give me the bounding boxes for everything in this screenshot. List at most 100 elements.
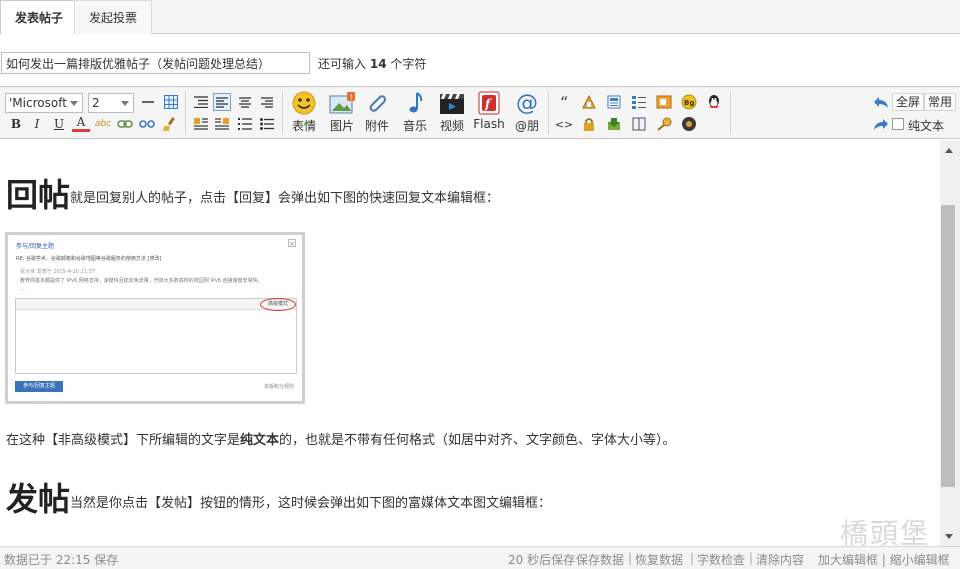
font-size-value: 2 — [92, 96, 100, 110]
font-size-select[interactable]: 2 — [88, 93, 134, 113]
music-note-icon — [402, 91, 428, 115]
title-input[interactable] — [1, 52, 310, 74]
clear-format-brush-icon[interactable] — [160, 115, 178, 133]
disc-icon[interactable] — [680, 115, 698, 133]
post-editor-page: 发表帖子 发起投票 还可输入 14 个字符 'Microsoft 2 — [0, 0, 960, 569]
download-icon[interactable] — [605, 115, 623, 133]
editor-scrollbar[interactable] — [940, 140, 960, 546]
flash-button[interactable]: f Flash — [470, 91, 508, 135]
index-list-icon[interactable] — [630, 93, 648, 111]
heading-reply: 回帖 — [6, 176, 71, 214]
paragraph-reply: 就是回复别人的帖子，点击【回复】会弹出如下图的快速回复文本编辑框： — [70, 191, 500, 206]
shot-line-1: RE: 谷歌学术、谷歌邮箱和谷歌地图等谷歌服务的使用方法 [修改] — [16, 256, 162, 262]
quote-button[interactable]: “ — [555, 93, 573, 112]
scroll-down-arrow-icon[interactable] — [945, 534, 953, 539]
restore-data-link[interactable]: 恢复数据 — [635, 551, 683, 568]
undo-arrow-icon[interactable] — [872, 93, 890, 111]
plain-text-label: 纯文本 — [908, 119, 945, 133]
common-button[interactable]: 常用 — [924, 93, 957, 111]
editor-status-bar: 数据已于 22:15 保存 20 秒后保存 保存数据 | 恢复数据 | 字数检查… — [0, 546, 960, 569]
scroll-thumb[interactable] — [941, 205, 955, 487]
title-row: 还可输入 14 个字符 — [0, 52, 960, 74]
float-right-icon[interactable] — [213, 115, 231, 133]
autosave-countdown: 20 秒后保存 — [508, 553, 576, 567]
align-center-icon[interactable] — [236, 93, 254, 111]
shot-advanced-mode: 高级模式 — [260, 298, 296, 311]
para2-part-a: 在这种【非高级模式】下所编辑的文字是 — [6, 433, 241, 448]
clapperboard-icon — [439, 91, 465, 115]
align-left-icon[interactable] — [213, 93, 231, 111]
font-family-select[interactable]: 'Microsoft — [5, 93, 83, 113]
shot-submit-button: 参与/回复主题 — [15, 381, 63, 392]
embedded-reply-screenshot: 参与/回复主题 × RE: 谷歌学术、谷歌邮箱和谷歌地图等谷歌服务的使用方法 [… — [5, 232, 305, 404]
free-icon[interactable] — [580, 93, 598, 111]
page-icon[interactable] — [605, 93, 623, 111]
tab-bar: 发表帖子 发起投票 — [0, 0, 960, 35]
shot-line-2: 张大侠 发表于 2015-4-20 21:37 — [20, 269, 96, 275]
editor-toolbar: 'Microsoft 2 B I U A abc 表情 ! 图片 附件 音乐 视… — [0, 87, 960, 139]
shot-toolbar: 高级模式 — [16, 298, 296, 311]
mention-label: @朋 — [514, 119, 539, 133]
ordered-list-icon[interactable] — [236, 115, 254, 133]
emoticon-button[interactable]: 表情 — [285, 91, 323, 135]
image-button[interactable]: ! 图片 — [323, 91, 361, 135]
flash-icon: f — [476, 91, 502, 115]
music-label: 音乐 — [402, 119, 427, 133]
underline-button[interactable]: U — [50, 115, 68, 133]
tab-poll[interactable]: 发起投票 — [74, 0, 153, 34]
para2-part-c: 的，也就是不带有任何格式（如居中对齐、文字颜色、字体大小等）。 — [279, 433, 676, 448]
resize-editor-links[interactable]: 加大编辑框 | 缩小编辑框 — [818, 551, 950, 568]
shot-title: 参与/回复主题 — [16, 243, 55, 250]
background-icon[interactable]: Bg — [680, 93, 698, 111]
horizontal-rule-icon[interactable] — [139, 93, 157, 111]
shot-close-icon: × — [288, 239, 296, 248]
attachment-button[interactable]: 附件 — [358, 91, 396, 135]
unordered-list-icon[interactable] — [258, 115, 276, 133]
heading-post: 发帖 — [6, 480, 71, 518]
editor-content[interactable]: 回帖 就是回复别人的帖子，点击【回复】会弹出如下图的快速回复文本编辑框： 参与/… — [0, 140, 940, 546]
spellcheck-button[interactable]: abc — [94, 115, 112, 133]
table-icon[interactable] — [162, 93, 180, 111]
paragraph-post: 当然是你点击【发帖】按钮的情形，这时候会弹出如下图的富媒体文本图文编辑框： — [70, 496, 552, 511]
hide-lock-icon[interactable] — [580, 115, 598, 133]
hint-count: 14 — [369, 57, 387, 71]
hint-prefix: 还可输入 — [318, 57, 367, 71]
shot-line-3: 教育网基本都提供了 IPv6 网络支持，速度快且稳定免流量，开启大多数高校的校园… — [20, 278, 263, 284]
svg-text:@: @ — [516, 91, 538, 115]
font-family-value: 'Microsoft — [9, 96, 67, 110]
plain-text-checkbox[interactable] — [892, 118, 904, 130]
scroll-up-arrow-icon[interactable] — [945, 148, 953, 153]
shot-editor-box: 高级模式 — [15, 298, 297, 374]
video-button[interactable]: 视频 — [433, 91, 471, 135]
paragraph-plain-text: 在这种【非高级模式】下所编辑的文字是纯文本的，也就是不带有任何格式（如居中对齐、… — [6, 429, 676, 448]
qq-icon[interactable] — [705, 93, 723, 111]
fullscreen-button[interactable]: 全屏 — [892, 93, 925, 111]
code-button[interactable]: <> — [555, 115, 573, 133]
link-icon[interactable] — [116, 115, 134, 133]
paperclip-icon — [364, 91, 390, 115]
bold-button[interactable]: B — [7, 115, 25, 133]
mention-button[interactable]: @ @朋 — [508, 91, 546, 135]
font-color-button[interactable]: A — [72, 115, 90, 132]
smiley-icon — [291, 91, 317, 115]
tab-post[interactable]: 发表帖子 — [0, 0, 79, 35]
music-button[interactable]: 音乐 — [396, 91, 434, 135]
align-indent-icon[interactable] — [192, 93, 210, 111]
float-left-icon[interactable] — [192, 115, 210, 133]
key-icon[interactable] — [655, 115, 673, 133]
columns-icon[interactable] — [630, 115, 648, 133]
shot-footer: 本版积分规则 — [263, 384, 294, 390]
clear-content-link[interactable]: 清除内容 — [756, 551, 804, 568]
align-right-icon[interactable] — [258, 93, 276, 111]
svg-text:Bg: Bg — [684, 99, 694, 107]
redo-arrow-icon[interactable] — [872, 115, 890, 133]
rich-editor: 'Microsoft 2 B I U A abc 表情 ! 图片 附件 音乐 视… — [0, 86, 960, 569]
unlink-icon[interactable] — [138, 115, 156, 133]
svg-text:!: ! — [350, 93, 353, 102]
layout-icon[interactable] — [655, 93, 673, 111]
italic-button[interactable]: I — [28, 115, 46, 133]
save-data-link[interactable]: 保存数据 — [576, 551, 624, 568]
save-status: 数据已于 22:15 保存 — [4, 553, 119, 567]
word-check-link[interactable]: 字数检查 — [697, 551, 745, 568]
emoticon-label: 表情 — [291, 119, 316, 133]
